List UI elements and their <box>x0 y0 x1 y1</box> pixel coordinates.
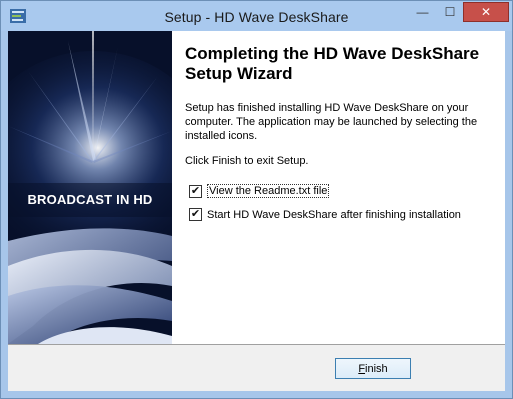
launch-option[interactable]: ✔ Start HD Wave DeskShare after finishin… <box>189 208 461 221</box>
wizard-client-area: BROADCAST IN HD Completing the HD Wave D… <box>8 31 505 391</box>
wizard-content: Completing the HD Wave DeskShare Setup W… <box>172 31 505 344</box>
checkmark-icon: ✔ <box>190 208 201 220</box>
finish-button-label: inish <box>365 362 388 375</box>
banner-title: BROADCAST IN HD <box>27 192 153 207</box>
maximize-icon: ☐ <box>444 5 456 19</box>
maximize-button[interactable]: ☐ <box>437 2 463 22</box>
readme-option[interactable]: ✔ View the Readme.txt file <box>189 184 330 198</box>
launch-checkbox[interactable]: ✔ <box>189 208 202 221</box>
exit-instruction: Click Finish to exit Setup. <box>185 155 309 167</box>
page-title: Completing the HD Wave DeskShare Setup W… <box>185 44 480 83</box>
finish-button[interactable]: Finish <box>335 358 411 379</box>
launch-option-label[interactable]: Start HD Wave DeskShare after finishing … <box>207 209 461 221</box>
readme-option-label[interactable]: View the Readme.txt file <box>207 184 330 198</box>
title-bar[interactable]: Setup - HD Wave DeskShare — ☐ ✕ <box>1 1 512 31</box>
minimize-button[interactable]: — <box>409 2 436 22</box>
readme-checkbox[interactable]: ✔ <box>189 184 202 198</box>
completion-message: Setup has finished installing HD Wave De… <box>185 102 478 142</box>
close-icon: ✕ <box>480 5 492 19</box>
checkmark-icon: ✔ <box>190 184 201 197</box>
close-button[interactable]: ✕ <box>463 2 509 22</box>
footer-separator <box>8 344 505 345</box>
wizard-banner: BROADCAST IN HD <box>8 31 172 344</box>
finish-mnemonic: F <box>358 362 366 375</box>
minimize-icon: — <box>416 5 429 19</box>
banner-artwork <box>8 31 172 344</box>
setup-window: Setup - HD Wave DeskShare — ☐ ✕ BROADCAS… <box>0 0 513 399</box>
